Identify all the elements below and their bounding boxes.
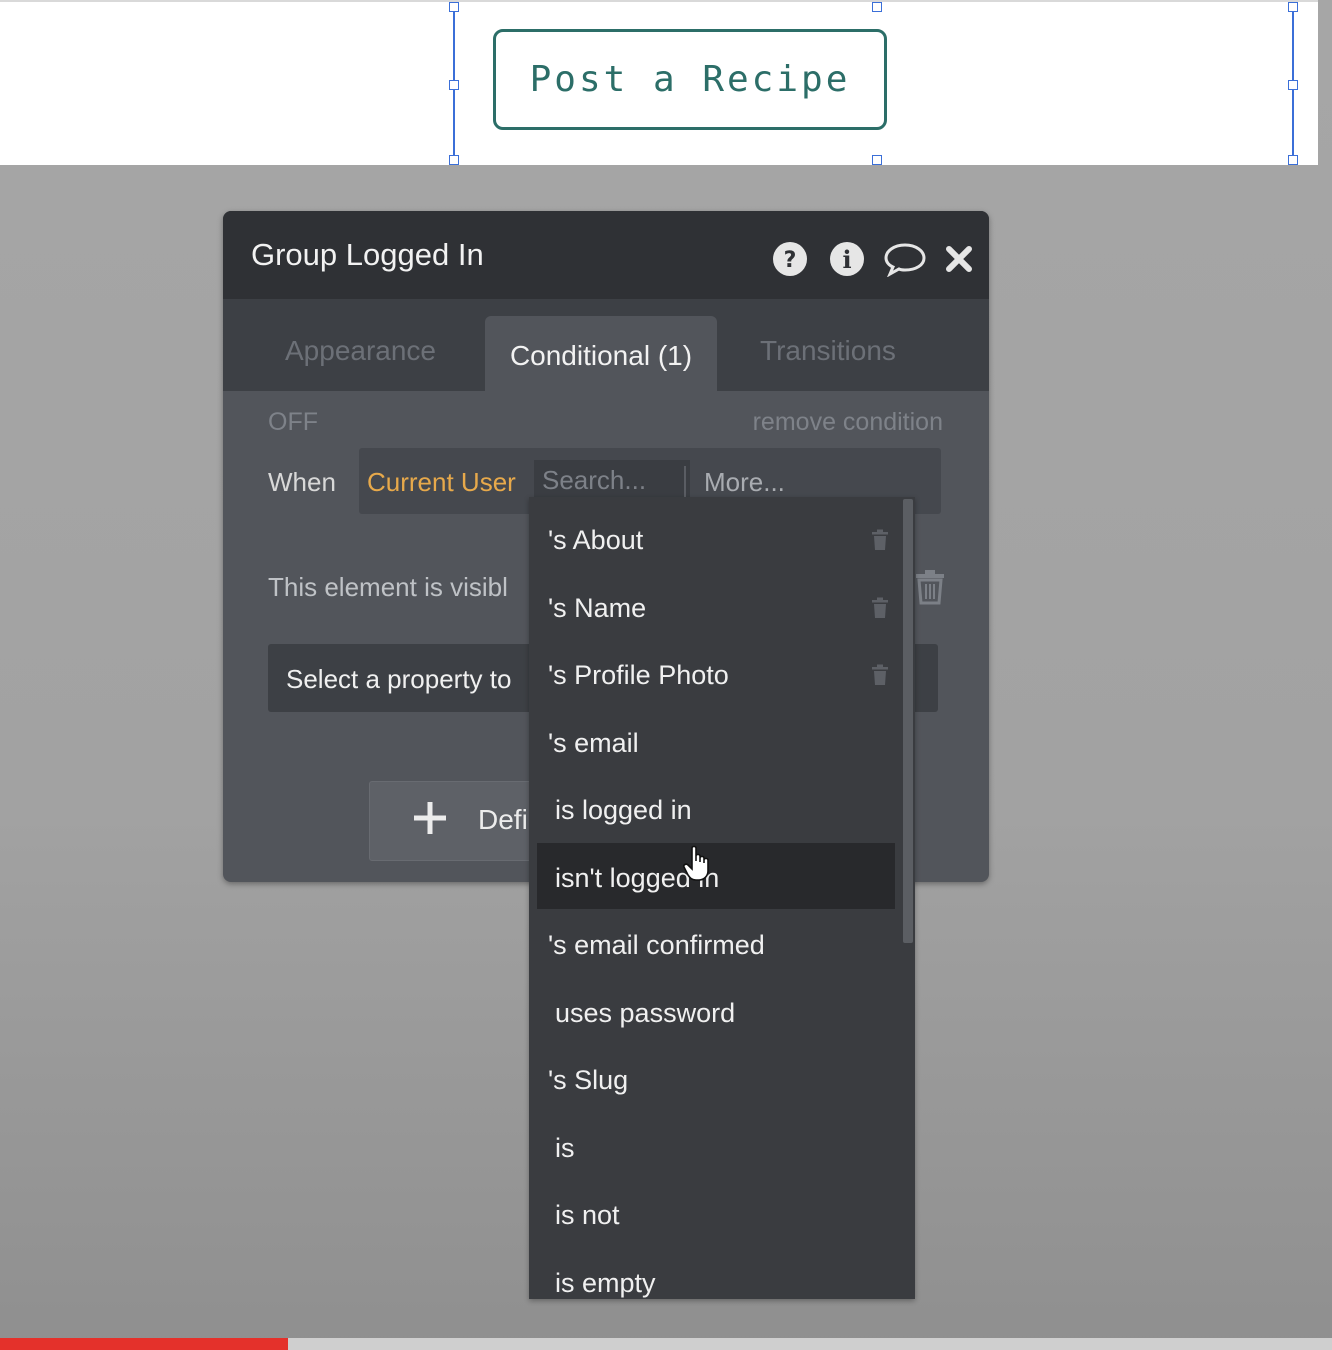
dropdown-item-label: 's Name xyxy=(548,593,647,623)
selection-handle-top-left[interactable] xyxy=(449,2,459,12)
plus-icon xyxy=(414,802,446,834)
info-icon[interactable]: i xyxy=(829,241,865,277)
dropdown-item[interactable]: is xyxy=(537,1113,895,1179)
selection-handle-mid-right[interactable] xyxy=(1288,80,1298,90)
trash-icon[interactable] xyxy=(871,597,889,624)
dropdown-item-label: 's email xyxy=(548,728,639,758)
dropdown-item[interactable]: is logged in xyxy=(537,775,895,841)
panel-title: Group Logged In xyxy=(251,237,484,272)
hand-cursor-icon xyxy=(683,845,709,881)
dropdown-item[interactable]: isn't logged in xyxy=(537,843,895,909)
close-icon[interactable] xyxy=(941,241,977,277)
dropdown-item-label: is empty xyxy=(555,1268,656,1298)
remove-condition-link[interactable]: remove condition xyxy=(753,408,943,437)
selection-handle-top-right[interactable] xyxy=(1288,2,1298,12)
selection-handle-mid-left[interactable] xyxy=(449,80,459,90)
expression-search-input[interactable] xyxy=(534,460,690,500)
comment-icon[interactable] xyxy=(883,241,927,277)
dropdown-scrollbar[interactable] xyxy=(903,499,913,943)
dropdown-item-label: is logged in xyxy=(555,795,692,825)
dropdown-item[interactable]: 's Slug xyxy=(537,1045,895,1111)
define-button-label: Defi xyxy=(478,804,528,835)
when-label: When xyxy=(268,467,336,497)
dropdown-item[interactable]: 's email confirmed xyxy=(537,910,895,976)
dropdown-item[interactable]: 's email xyxy=(537,708,895,774)
expression-dropdown-menu: 's About 's Name 's Profile Photo 's email i… xyxy=(529,497,915,1299)
tab-transitions[interactable]: Transitions xyxy=(760,335,896,367)
svg-text:?: ? xyxy=(784,248,797,273)
dropdown-item[interactable]: 's About xyxy=(537,505,895,571)
trash-icon[interactable] xyxy=(871,529,889,556)
dropdown-item-label: uses password xyxy=(555,998,736,1028)
dropdown-item[interactable]: 's Profile Photo xyxy=(537,640,895,706)
dropdown-item-label: 's Slug xyxy=(548,1065,629,1095)
dropdown-item[interactable]: 's Name xyxy=(537,573,895,639)
visibility-property-text: This element is visibl xyxy=(268,572,508,602)
selection-handle-bottom-left[interactable] xyxy=(449,155,459,165)
dropdown-item[interactable]: is not xyxy=(537,1180,895,1246)
dropdown-item-label: is xyxy=(555,1133,575,1163)
dropdown-item[interactable]: is empty xyxy=(537,1248,895,1299)
tab-conditional[interactable]: Conditional (1) xyxy=(485,316,717,396)
tab-appearance[interactable]: Appearance xyxy=(285,335,436,367)
selection-handle-bottom-right[interactable] xyxy=(1288,155,1298,165)
post-recipe-button[interactable]: Post a Recipe xyxy=(493,29,887,130)
selection-handle-bottom-mid[interactable] xyxy=(872,155,882,165)
svg-text:i: i xyxy=(842,245,851,274)
expression-source[interactable]: Current User xyxy=(367,467,516,498)
select-property-label: Select a property to xyxy=(286,664,512,694)
selection-handle-top-mid[interactable] xyxy=(872,2,882,12)
dropdown-item-label: 's email confirmed xyxy=(548,930,765,960)
delete-property-icon[interactable] xyxy=(913,569,947,610)
video-progress-fill xyxy=(0,1338,288,1350)
dropdown-item-label: 's About xyxy=(548,525,644,555)
dropdown-item-label: 's Profile Photo xyxy=(548,660,729,690)
trash-icon[interactable] xyxy=(871,664,889,691)
dropdown-item-label: is not xyxy=(555,1200,620,1230)
more-button[interactable]: More... xyxy=(704,467,785,498)
condition-status: OFF xyxy=(268,408,318,436)
dropdown-item[interactable]: uses password xyxy=(537,978,895,1044)
expression-divider xyxy=(684,466,686,498)
help-icon[interactable]: ? xyxy=(772,241,808,277)
